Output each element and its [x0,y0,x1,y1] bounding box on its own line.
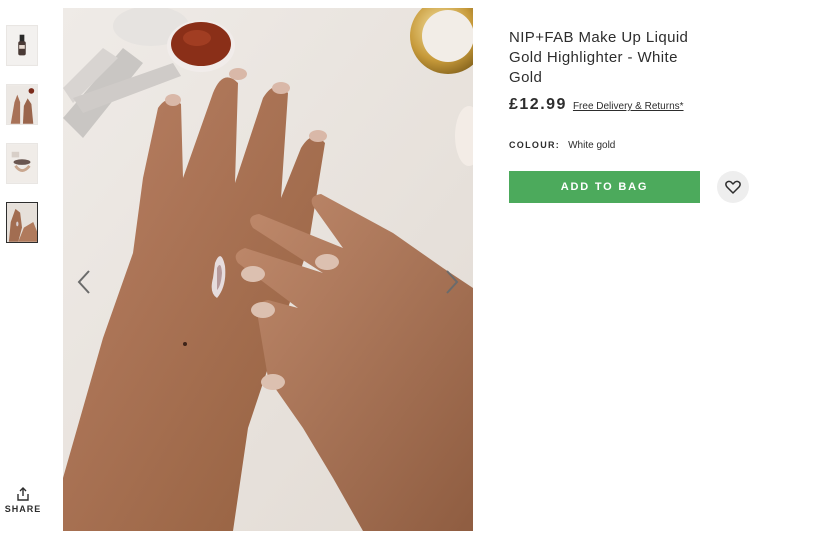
save-for-later-button[interactable] [717,171,749,203]
share-button[interactable]: SHARE [4,487,42,514]
add-to-bag-button[interactable]: ADD TO BAG [509,171,700,203]
colour-value: White gold [568,140,616,151]
hand-swatch-photo [63,8,473,531]
product-closeup-image [7,144,37,183]
product-actions: ADD TO BAG [509,171,809,203]
chevron-left-icon [77,270,90,294]
previous-image-button[interactable] [71,263,97,301]
thumbnail-list [6,25,40,261]
colour-label: COLOUR: [509,140,561,150]
colour-row: COLOUR: White gold [509,140,809,151]
product-price: £12.99 [509,96,567,113]
price-row: £12.99 Free Delivery & Returns* [509,96,809,114]
product-title: NIP+FAB Make Up Liquid Gold Highlighter … [509,29,689,86]
thumbnail-product-bottle[interactable] [6,25,38,66]
hand-swatch-image [7,203,37,242]
delivery-returns-link[interactable]: Free Delivery & Returns* [573,101,684,112]
hands-application-image [7,85,37,124]
next-image-button[interactable] [439,263,465,301]
chevron-right-icon [446,270,459,294]
product-info: NIP+FAB Make Up Liquid Gold Highlighter … [509,28,809,203]
thumbnail-hand-swatch[interactable] [6,202,38,243]
thumbnail-hands-application[interactable] [6,84,38,125]
heart-icon [725,180,741,194]
thumbnail-product-closeup[interactable] [6,143,38,184]
product-bottle-image [7,26,37,65]
share-label: SHARE [4,504,42,514]
share-icon [17,487,29,501]
main-product-image[interactable] [63,8,473,531]
